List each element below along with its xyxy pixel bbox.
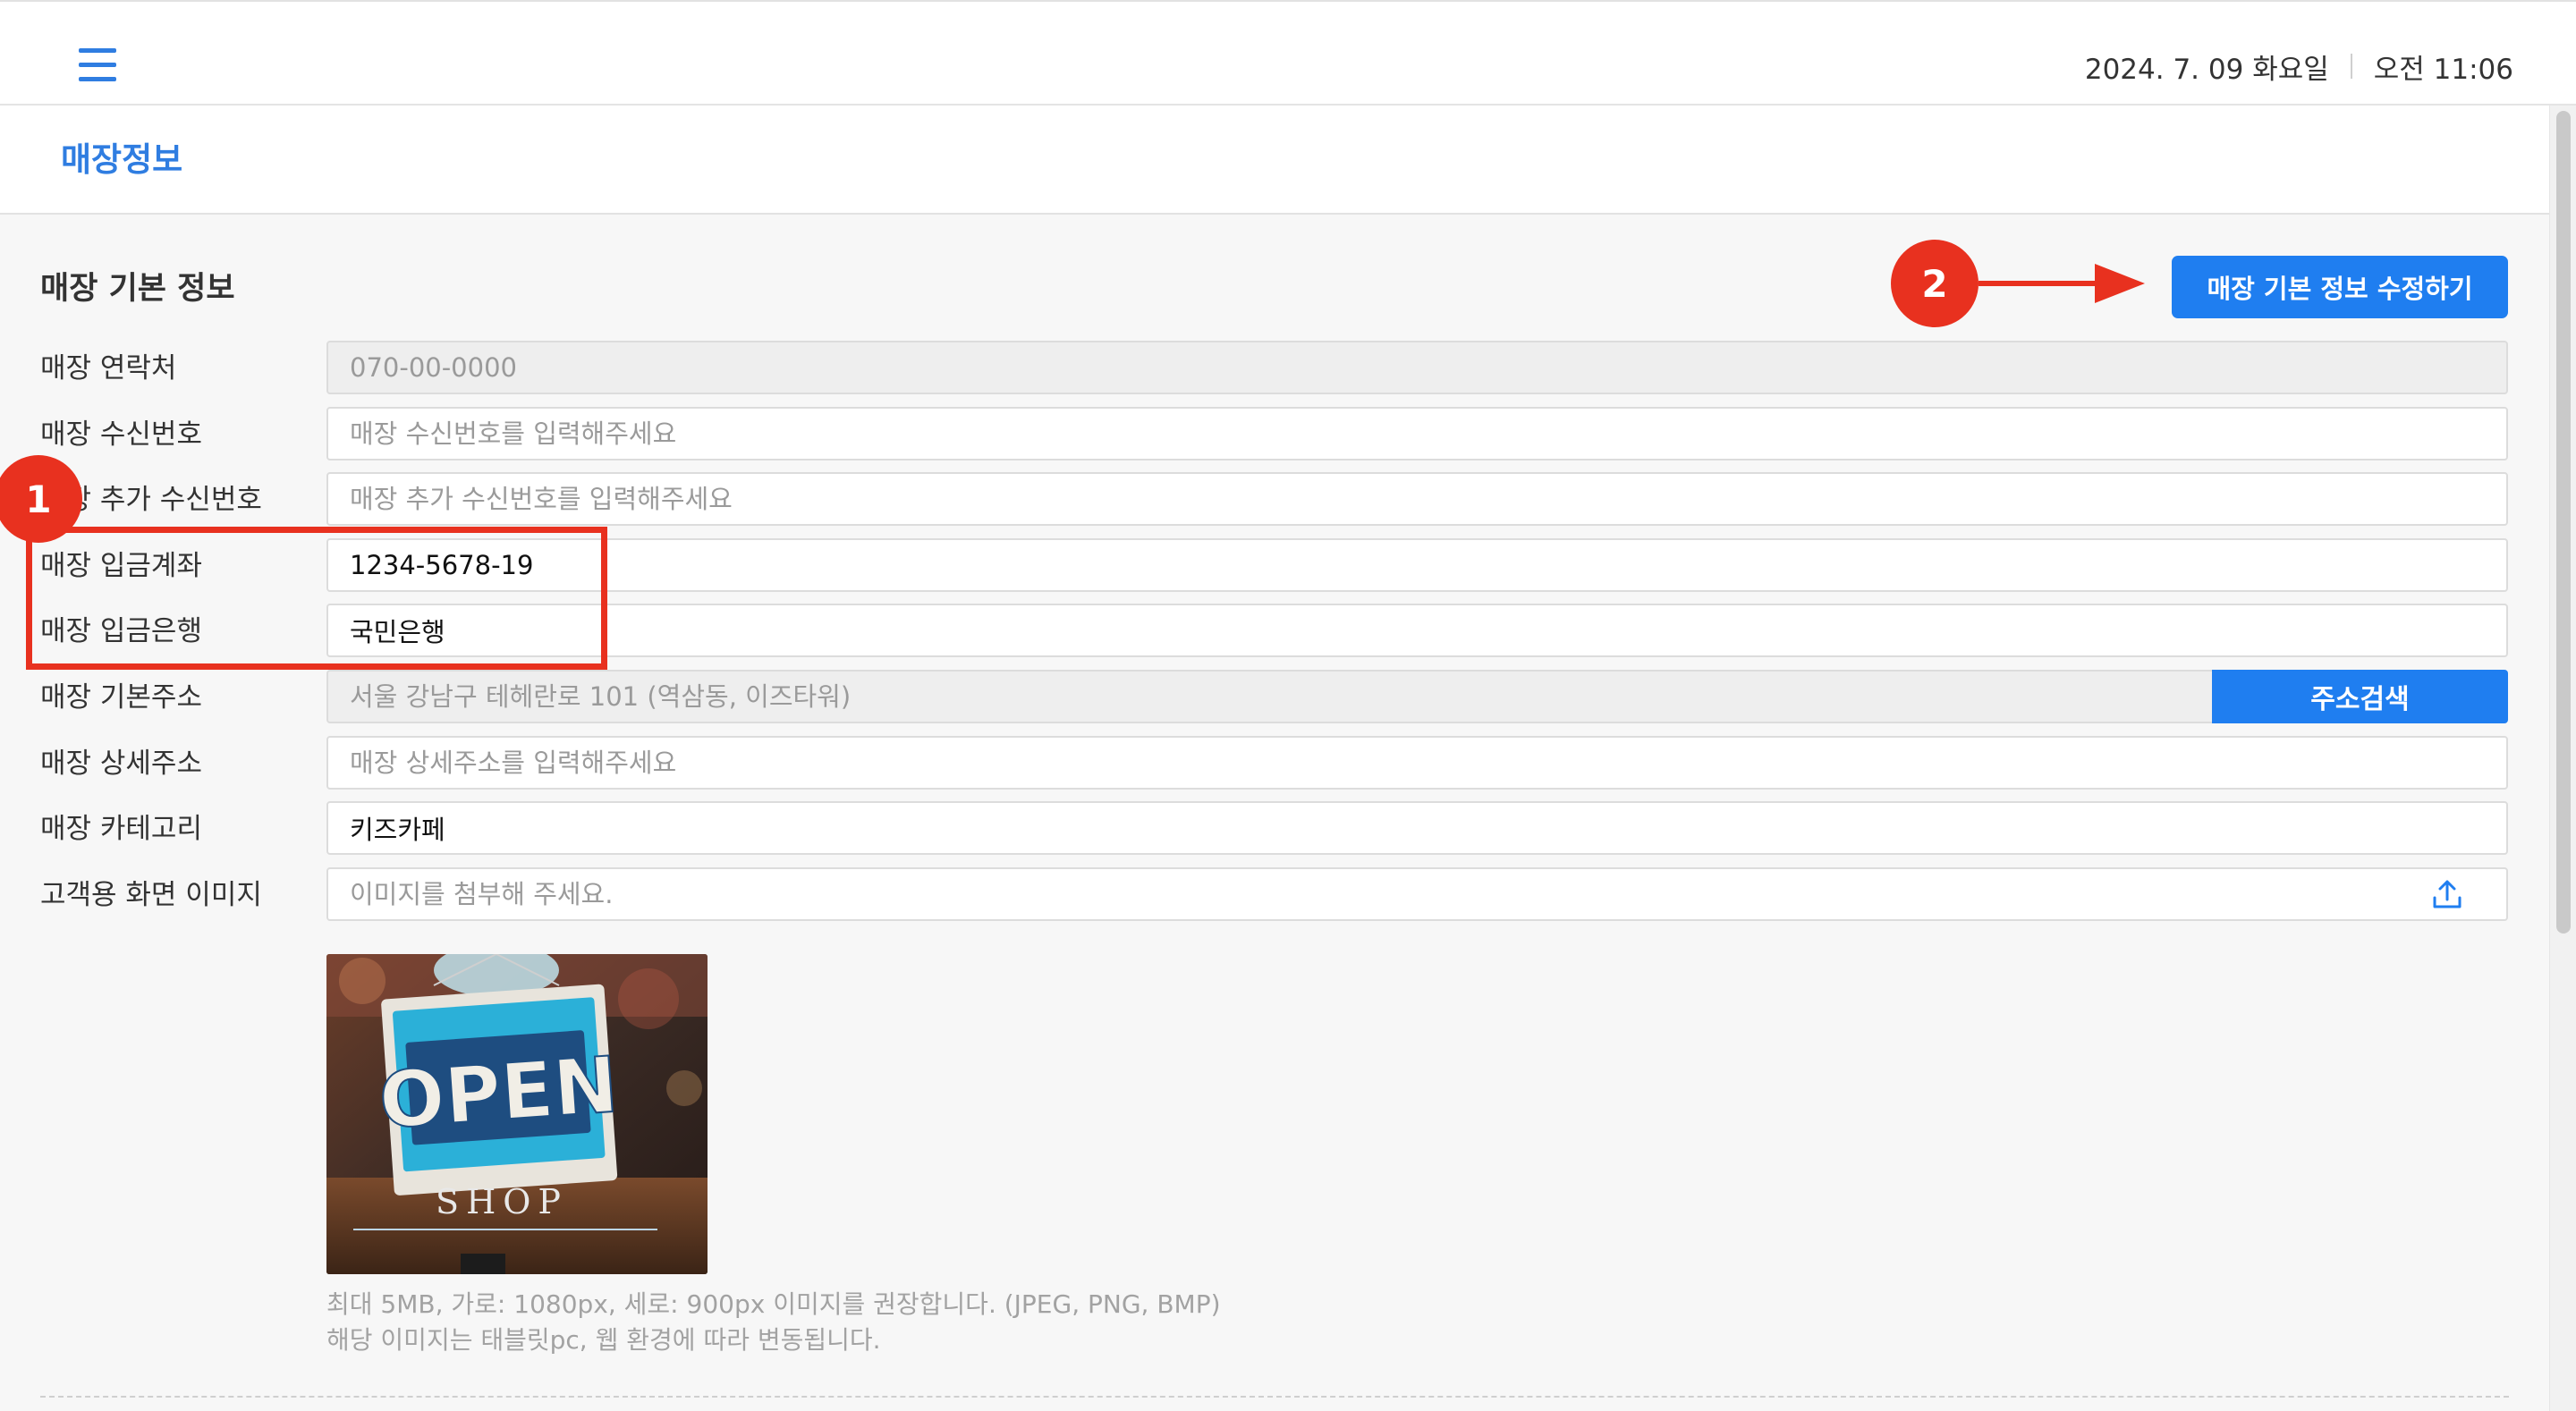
- receive-number-input[interactable]: [326, 407, 2508, 460]
- address-search-button[interactable]: 주소검색: [2212, 670, 2508, 723]
- page-header: 매장정보: [0, 106, 2549, 215]
- extra-receive-number-input[interactable]: [326, 472, 2508, 526]
- form-row-extra-receive-number: 매장 추가 수신번호: [0, 472, 2549, 528]
- deposit-account-input[interactable]: [326, 538, 2508, 592]
- customer-image-preview: OPEN SHOP: [326, 954, 708, 1274]
- page-title: 매장정보: [61, 140, 183, 179]
- image-help-text-1: 최대 5MB, 가로: 1080px, 세로: 900px 이미지를 권장합니다…: [326, 1289, 1221, 1319]
- upload-icon[interactable]: [2431, 878, 2463, 910]
- sign-shop-text: SHOP: [436, 1182, 568, 1221]
- edit-basic-info-button[interactable]: 매장 기본 정보 수정하기: [2172, 256, 2508, 318]
- contact-label: 매장 연락처: [40, 352, 177, 384]
- form-row-contact: 매장 연락처: [0, 341, 2549, 396]
- open-shop-sign-image: OPEN SHOP: [326, 954, 708, 1274]
- vertical-scrollbar[interactable]: [2549, 106, 2576, 1411]
- receive-number-label: 매장 수신번호: [40, 418, 202, 451]
- top-bar: 2024. 7. 09 화요일 오전 11:06: [0, 0, 2576, 106]
- deposit-bank-input[interactable]: [326, 604, 2508, 657]
- contact-input: [326, 341, 2508, 394]
- customer-image-label: 고객용 화면 이미지: [40, 879, 262, 911]
- section-divider: [40, 1396, 2509, 1398]
- base-address-input: [326, 670, 2214, 723]
- form-row-detail-address: 매장 상세주소: [0, 736, 2549, 791]
- annotation-arrow-icon: [1979, 264, 2145, 303]
- detail-address-input[interactable]: [326, 736, 2508, 790]
- category-input[interactable]: [326, 801, 2508, 855]
- current-date: 2024. 7. 09 화요일: [2084, 53, 2329, 86]
- annotation-badge-2: 2: [1891, 240, 1979, 327]
- form-row-receive-number: 매장 수신번호: [0, 407, 2549, 462]
- image-help-text-2: 해당 이미지는 태블릿pc, 웹 환경에 따라 변동됩니다.: [326, 1325, 881, 1355]
- datetime-display: 2024. 7. 09 화요일 오전 11:06: [2085, 46, 2513, 86]
- scrollbar-thumb[interactable]: [2556, 111, 2571, 934]
- base-address-label: 매장 기본주소: [40, 681, 202, 714]
- category-label: 매장 카테고리: [40, 813, 202, 845]
- current-time: 오전 11:06: [2373, 53, 2513, 86]
- hamburger-menu-icon[interactable]: [79, 48, 116, 82]
- form-row-category: 매장 카테고리: [0, 801, 2549, 857]
- form-row-customer-image: 고객용 화면 이미지: [0, 867, 2549, 923]
- annotation-highlight-box: [26, 527, 607, 670]
- form-row-base-address: 매장 기본주소 주소검색: [0, 670, 2549, 725]
- section-title: 매장 기본 정보: [40, 271, 235, 307]
- detail-address-label: 매장 상세주소: [40, 748, 202, 780]
- sign-open-text: OPEN: [377, 1041, 621, 1146]
- customer-image-input[interactable]: [326, 867, 2508, 921]
- datetime-separator: [2350, 54, 2352, 79]
